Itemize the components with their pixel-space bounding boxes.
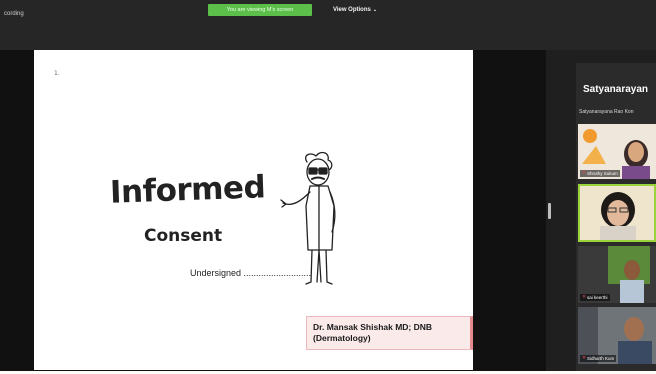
- muted-mic-icon: ✕: [582, 355, 587, 361]
- participant-tile[interactable]: ✕ Shruthy Sukum: [578, 124, 656, 179]
- slide-subtitle: Consent: [144, 226, 223, 246]
- shared-screen-area: 1. Informed Consent Undersigned ........…: [0, 50, 546, 374]
- chevron-down-icon: ⌄: [372, 7, 378, 13]
- participant-tile-active[interactable]: [578, 184, 656, 242]
- presentation-slide: 1. Informed Consent Undersigned ........…: [34, 50, 473, 370]
- meeting-window: cording You are viewing M's screen View …: [0, 0, 656, 374]
- credit-name: Dr. Mansak Shishak MD; DNB: [313, 322, 433, 332]
- doctor-illustration: [280, 151, 336, 285]
- credit-specialty: (Dermatology): [313, 333, 371, 343]
- panel-subtitle: Satyanarayana Rao Kon: [579, 109, 634, 115]
- view-options-button[interactable]: View Options ⌄: [323, 4, 387, 16]
- recording-label: cording: [4, 11, 24, 17]
- participant-video: [600, 192, 636, 240]
- panel-title: Satyanarayan: [583, 84, 649, 95]
- presenter-credit-box: Dr. Mansak Shishak MD; DNB (Dermatology): [306, 316, 473, 350]
- panel-resize-handle[interactable]: [548, 203, 551, 219]
- muted-mic-icon: ✕: [582, 294, 587, 300]
- participant-name-label: ✕ sai keerthi: [580, 294, 610, 301]
- viewing-screen-banner: You are viewing M's screen: [208, 4, 312, 16]
- slide-corner-mark: 1.: [54, 70, 60, 77]
- view-options-label: View Options: [332, 7, 371, 13]
- participant-name-label: ✕ Sidharth Kum: [580, 355, 617, 362]
- slide-title: Informed: [109, 169, 266, 211]
- participant-tile[interactable]: ✕ sai keerthi: [578, 246, 656, 303]
- muted-mic-icon: ✕: [582, 170, 587, 176]
- participant-name-label: ✕ Shruthy Sukum: [580, 170, 620, 177]
- participant-tile[interactable]: ✕ Sidharth Kum: [578, 307, 656, 364]
- meeting-top-bar: cording You are viewing M's screen View …: [0, 0, 656, 50]
